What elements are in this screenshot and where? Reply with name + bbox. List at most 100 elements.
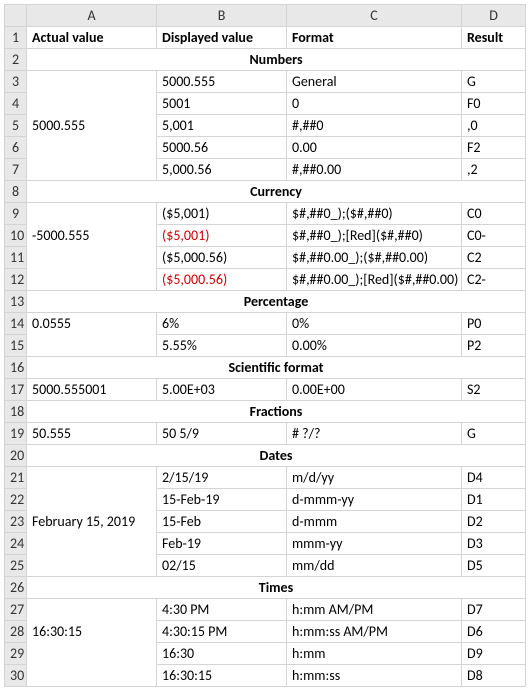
cell[interactable]: F2: [462, 137, 526, 159]
cell-actual[interactable]: 50.555: [27, 423, 157, 445]
row-header[interactable]: 11: [5, 247, 27, 269]
cell[interactable]: h:mm: [287, 643, 462, 665]
cell[interactable]: 0.00: [287, 137, 462, 159]
cell[interactable]: ($5,000.56): [157, 247, 287, 269]
row-header[interactable]: 27: [5, 599, 27, 621]
cell[interactable]: F0: [462, 93, 526, 115]
cell[interactable]: C0-: [462, 225, 526, 247]
cell[interactable]: Actual value: [27, 27, 157, 49]
section-title[interactable]: Scientific format: [27, 357, 526, 379]
cell-actual[interactable]: [27, 467, 157, 489]
row-header[interactable]: 21: [5, 467, 27, 489]
cell[interactable]: # ?/?: [287, 423, 462, 445]
section-title[interactable]: Currency: [27, 181, 526, 203]
cell[interactable]: Result: [462, 27, 526, 49]
col-header-b[interactable]: B: [157, 5, 287, 27]
cell[interactable]: 16:30: [157, 643, 287, 665]
cell-actual[interactable]: [27, 93, 157, 115]
row-header[interactable]: 1: [5, 27, 27, 49]
cell[interactable]: 4:30:15 PM: [157, 621, 287, 643]
cell[interactable]: ,2: [462, 159, 526, 181]
cell[interactable]: 5001: [157, 93, 287, 115]
cell[interactable]: ($5,000.56): [157, 269, 287, 291]
cell[interactable]: D5: [462, 555, 526, 577]
row-header[interactable]: 30: [5, 665, 27, 687]
cell[interactable]: G: [462, 71, 526, 93]
row-header[interactable]: 13: [5, 291, 27, 313]
cell-actual[interactable]: [27, 599, 157, 621]
cell-actual[interactable]: [27, 269, 157, 291]
cell-actual[interactable]: -5000.555: [27, 225, 157, 247]
cell[interactable]: 15-Feb: [157, 511, 287, 533]
cell[interactable]: D8: [462, 665, 526, 687]
col-header-c[interactable]: C: [287, 5, 462, 27]
cell-actual[interactable]: 5000.555: [27, 115, 157, 137]
cell-actual[interactable]: [27, 555, 157, 577]
cell[interactable]: 5000.56: [157, 137, 287, 159]
cell[interactable]: 6%: [157, 313, 287, 335]
cell-actual[interactable]: [27, 159, 157, 181]
cell[interactable]: 0.00E+00: [287, 379, 462, 401]
cell-actual[interactable]: [27, 71, 157, 93]
cell[interactable]: D3: [462, 533, 526, 555]
row-header[interactable]: 23: [5, 511, 27, 533]
cell[interactable]: 50 5/9: [157, 423, 287, 445]
section-title[interactable]: Percentage: [27, 291, 526, 313]
section-title[interactable]: Fractions: [27, 401, 526, 423]
cell[interactable]: 02/15: [157, 555, 287, 577]
spreadsheet-grid[interactable]: A B C D 1 Actual value Displayed value F…: [4, 4, 526, 687]
cell[interactable]: h:mm:ss: [287, 665, 462, 687]
cell-actual[interactable]: 16:30:15: [27, 621, 157, 643]
row-header[interactable]: 24: [5, 533, 27, 555]
row-header[interactable]: 6: [5, 137, 27, 159]
section-title[interactable]: Numbers: [27, 49, 526, 71]
cell[interactable]: P0: [462, 313, 526, 335]
cell[interactable]: 5,001: [157, 115, 287, 137]
cell[interactable]: $#,##0_);[Red]($#,##0): [287, 225, 462, 247]
cell[interactable]: $#,##0.00_);[Red]($#,##0.00): [287, 269, 462, 291]
cell[interactable]: Displayed value: [157, 27, 287, 49]
cell[interactable]: mm/dd: [287, 555, 462, 577]
cell[interactable]: D7: [462, 599, 526, 621]
section-title[interactable]: Dates: [27, 445, 526, 467]
row-header[interactable]: 4: [5, 93, 27, 115]
row-header[interactable]: 16: [5, 357, 27, 379]
row-header[interactable]: 17: [5, 379, 27, 401]
cell-actual[interactable]: [27, 137, 157, 159]
cell[interactable]: 15-Feb-19: [157, 489, 287, 511]
row-header[interactable]: 26: [5, 577, 27, 599]
cell[interactable]: 5.00E+03: [157, 379, 287, 401]
cell[interactable]: 16:30:15: [157, 665, 287, 687]
row-header[interactable]: 15: [5, 335, 27, 357]
row-header[interactable]: 5: [5, 115, 27, 137]
row-header[interactable]: 25: [5, 555, 27, 577]
cell[interactable]: 0%: [287, 313, 462, 335]
row-header[interactable]: 18: [5, 401, 27, 423]
cell[interactable]: 0: [287, 93, 462, 115]
select-all-corner[interactable]: [5, 5, 27, 27]
cell[interactable]: D9: [462, 643, 526, 665]
cell-actual[interactable]: [27, 489, 157, 511]
cell-actual[interactable]: [27, 533, 157, 555]
cell[interactable]: $#,##0.00_);($#,##0.00): [287, 247, 462, 269]
cell-actual[interactable]: 5000.555001: [27, 379, 157, 401]
row-header[interactable]: 28: [5, 621, 27, 643]
cell[interactable]: h:mm AM/PM: [287, 599, 462, 621]
cell[interactable]: 5000.555: [157, 71, 287, 93]
cell[interactable]: S2: [462, 379, 526, 401]
cell[interactable]: G: [462, 423, 526, 445]
cell[interactable]: ($5,001): [157, 225, 287, 247]
cell[interactable]: Feb-19: [157, 533, 287, 555]
cell[interactable]: $#,##0_);($#,##0): [287, 203, 462, 225]
row-header[interactable]: 9: [5, 203, 27, 225]
cell-actual[interactable]: [27, 335, 157, 357]
cell[interactable]: d-mmm: [287, 511, 462, 533]
cell[interactable]: ($5,001): [157, 203, 287, 225]
cell[interactable]: P2: [462, 335, 526, 357]
row-header[interactable]: 7: [5, 159, 27, 181]
cell[interactable]: 4:30 PM: [157, 599, 287, 621]
cell[interactable]: 5.55%: [157, 335, 287, 357]
row-header[interactable]: 14: [5, 313, 27, 335]
cell[interactable]: Format: [287, 27, 462, 49]
cell[interactable]: d-mmm-yy: [287, 489, 462, 511]
